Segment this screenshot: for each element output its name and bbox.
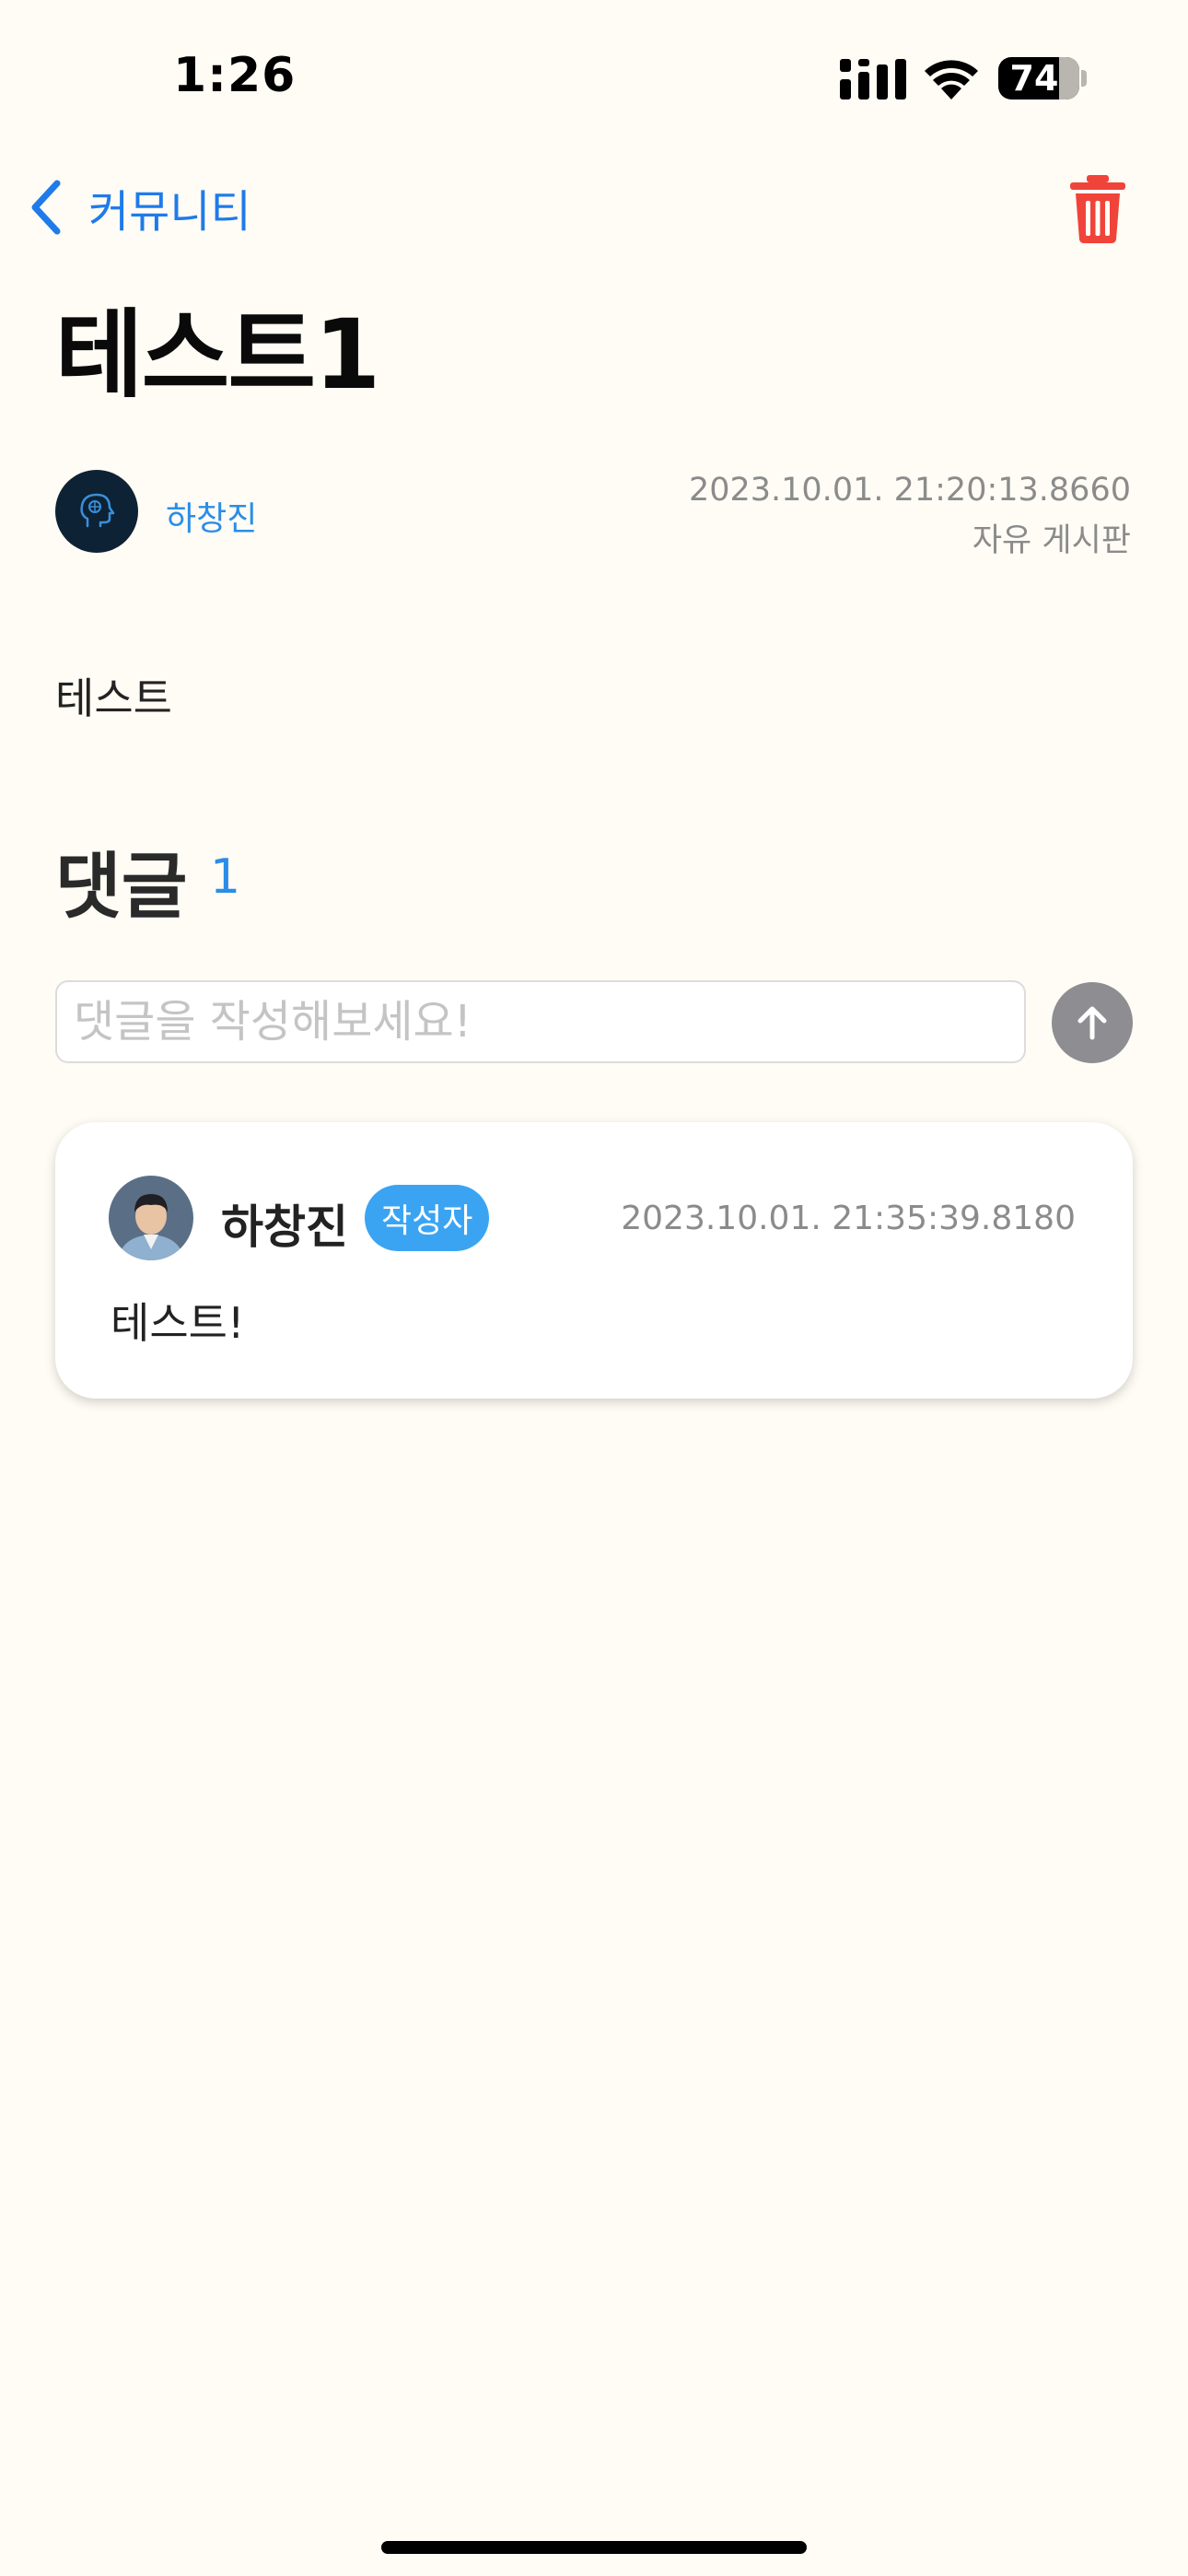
arrow-up-icon: [1077, 1006, 1107, 1040]
post-date: 2023.10.01. 21:20:13.8660: [688, 472, 1131, 509]
trash-icon[interactable]: [1070, 175, 1125, 243]
battery-icon: 74: [998, 57, 1079, 100]
chevron-left-icon: [31, 180, 61, 235]
author-name[interactable]: 하창진: [166, 492, 257, 540]
comments-title: 댓글: [55, 846, 188, 929]
wifi-icon: [925, 60, 978, 100]
comment-text: 테스트!: [111, 1298, 245, 1348]
comments-count: 1: [210, 849, 241, 905]
back-button[interactable]: 커뮤니티: [28, 175, 251, 240]
comment-card: [55, 1122, 1133, 1399]
cellular-signal-icon: [840, 59, 906, 100]
post-title: 테스트1: [55, 299, 380, 411]
home-indicator[interactable]: [381, 2541, 807, 2554]
send-button[interactable]: [1052, 982, 1133, 1063]
post-board: 자유 게시판: [972, 522, 1131, 559]
comment-input[interactable]: [55, 980, 1026, 1063]
status-time: 1:26: [173, 48, 297, 103]
user-photo-icon: [109, 1176, 193, 1260]
battery-level: 74: [1009, 58, 1059, 99]
battery-cap: [1081, 70, 1087, 87]
comment-author[interactable]: 하창진: [221, 1190, 348, 1257]
avatar[interactable]: [55, 470, 138, 553]
post-body: 테스트: [55, 673, 172, 723]
comment-date: 2023.10.01. 21:35:39.8180: [621, 1200, 1076, 1237]
brain-head-icon: [80, 493, 115, 528]
comment-avatar[interactable]: [109, 1176, 193, 1260]
back-label: 커뮤니티: [88, 186, 251, 238]
writer-badge: 작성자: [365, 1185, 490, 1251]
